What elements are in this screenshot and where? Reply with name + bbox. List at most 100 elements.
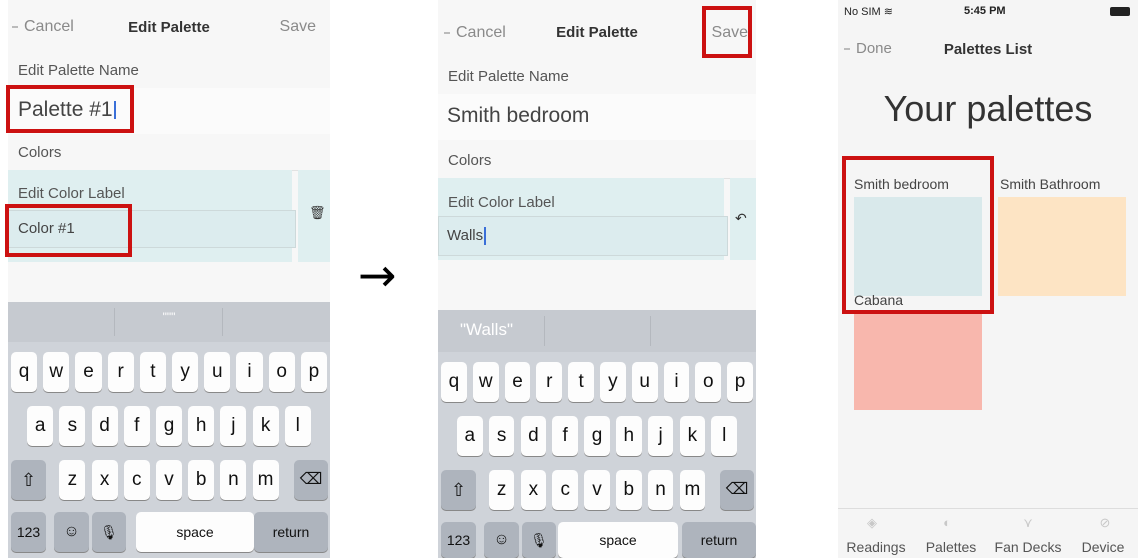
key-y[interactable]: y (600, 362, 626, 402)
delete-key[interactable]: ⌫ (294, 460, 328, 500)
key-t[interactable]: t (568, 362, 594, 402)
key-c[interactable]: c (552, 470, 579, 510)
palette-card-cabana[interactable]: Cabana (854, 292, 982, 410)
delete-key[interactable]: ⌫ (720, 470, 754, 510)
key-n[interactable]: n (220, 460, 247, 500)
palette-name-input[interactable]: Palette #1 (18, 98, 116, 122)
shift-key[interactable]: ⇧ (441, 470, 476, 510)
key-s[interactable]: s (488, 416, 515, 456)
key-p[interactable]: p (727, 362, 753, 402)
key-r[interactable]: r (536, 362, 563, 402)
save-button[interactable]: Save (712, 24, 748, 42)
numbers-key[interactable]: 123 (441, 522, 476, 558)
tab-palettes[interactable]: Palettes (916, 539, 986, 555)
key-d[interactable]: d (91, 406, 118, 446)
key-m[interactable]: m (679, 470, 706, 510)
tab-device[interactable]: Device (1068, 539, 1138, 555)
save-button[interactable]: Save (280, 18, 316, 36)
key-i[interactable]: i (236, 352, 263, 392)
undo-color-area[interactable]: ↶ (730, 178, 756, 260)
color-label-input[interactable]: Walls (438, 216, 728, 256)
key-s[interactable]: s (59, 406, 86, 446)
key-r[interactable]: r (107, 352, 134, 392)
key-a[interactable]: a (456, 416, 483, 456)
mic-key[interactable]: 🎙 (92, 512, 126, 552)
key-x[interactable]: x (91, 460, 118, 500)
key-g[interactable]: g (155, 406, 183, 446)
predictive-bar[interactable]: """ (8, 302, 330, 342)
predictive-bar[interactable]: "Walls" (438, 310, 756, 352)
emoji-key[interactable]: ☺ (484, 522, 519, 558)
key-l[interactable]: l (711, 416, 738, 456)
key-g[interactable]: g (584, 416, 610, 456)
space-key[interactable]: space (136, 512, 254, 552)
emoji-key[interactable]: ☺ (54, 512, 89, 552)
nav-bar: Cancel Edit Palette Save (8, 0, 330, 57)
mic-key[interactable]: 🎙 (522, 522, 556, 558)
key-q[interactable]: q (441, 362, 467, 402)
key-o[interactable]: o (268, 352, 295, 392)
undo-icon[interactable]: ↶ (735, 210, 747, 227)
screen-edit-palette-2: Cancel Edit Palette Save Edit Palette Na… (438, 0, 756, 558)
key-w[interactable]: w (43, 352, 70, 392)
key-v[interactable]: v (155, 460, 183, 500)
palette-swatch[interactable] (998, 197, 1126, 296)
key-v[interactable]: v (584, 470, 610, 510)
return-key[interactable]: return (254, 512, 328, 552)
color-row[interactable]: Edit Color Label Color #1 (8, 170, 296, 262)
key-k[interactable]: k (679, 416, 706, 456)
palette-name-row[interactable]: Smith bedroom (438, 94, 756, 141)
key-h[interactable]: h (615, 416, 642, 456)
key-k[interactable]: k (252, 406, 279, 446)
return-key[interactable]: return (682, 522, 756, 558)
key-j[interactable]: j (220, 406, 247, 446)
key-i[interactable]: i (663, 362, 690, 402)
key-y[interactable]: y (172, 352, 199, 392)
page-heading: Your palettes (883, 88, 1093, 129)
text-cursor (484, 227, 487, 246)
tab-readings[interactable]: Readings (840, 539, 912, 555)
prediction-left[interactable]: "Walls" (460, 320, 513, 340)
key-t[interactable]: t (139, 352, 166, 392)
key-z[interactable]: z (59, 460, 86, 500)
key-n[interactable]: n (647, 470, 674, 510)
key-z[interactable]: z (488, 470, 515, 510)
palette-card-smith-bathroom[interactable]: Smith Bathroom (998, 176, 1126, 296)
palette-card-smith-bedroom[interactable]: Smith bedroom (854, 176, 982, 296)
key-u[interactable]: u (204, 352, 231, 392)
key-j[interactable]: j (647, 416, 674, 456)
palette-swatch[interactable] (854, 312, 982, 410)
key-c[interactable]: c (123, 460, 150, 500)
key-e[interactable]: e (504, 362, 531, 402)
numbers-key[interactable]: 123 (11, 512, 46, 552)
key-q[interactable]: q (11, 352, 38, 392)
color-label-input[interactable]: Color #1 (8, 210, 296, 248)
key-f[interactable]: f (552, 416, 579, 456)
key-x[interactable]: x (520, 470, 547, 510)
key-b[interactable]: b (615, 470, 642, 510)
shift-key[interactable]: ⇧ (11, 460, 46, 500)
key-u[interactable]: u (631, 362, 658, 402)
key-p[interactable]: p (300, 352, 327, 392)
palette-name-row[interactable]: Palette #1 (8, 88, 330, 135)
key-m[interactable]: m (252, 460, 279, 500)
delete-color-area[interactable]: 🗑 (298, 170, 330, 262)
trash-icon[interactable]: 🗑 (309, 205, 326, 221)
space-key[interactable]: space (558, 522, 678, 558)
tab-fan-decks[interactable]: Fan Decks (990, 539, 1066, 555)
key-h[interactable]: h (188, 406, 215, 446)
key-o[interactable]: o (695, 362, 722, 402)
color-row[interactable]: Edit Color Label Walls (438, 178, 728, 260)
key-l[interactable]: l (284, 406, 311, 446)
prediction-center[interactable]: """ (8, 310, 330, 324)
key-f[interactable]: f (123, 406, 150, 446)
palette-swatch[interactable] (854, 197, 982, 296)
key-b[interactable]: b (188, 460, 215, 500)
key-a[interactable]: a (27, 406, 54, 446)
key-d[interactable]: d (520, 416, 547, 456)
key-e[interactable]: e (75, 352, 102, 392)
key-w[interactable]: w (472, 362, 499, 402)
nav-title: Palettes List (943, 41, 1033, 58)
device-icon: ⊘ (1099, 515, 1111, 530)
palette-name-input[interactable]: Smith bedroom (447, 104, 589, 128)
